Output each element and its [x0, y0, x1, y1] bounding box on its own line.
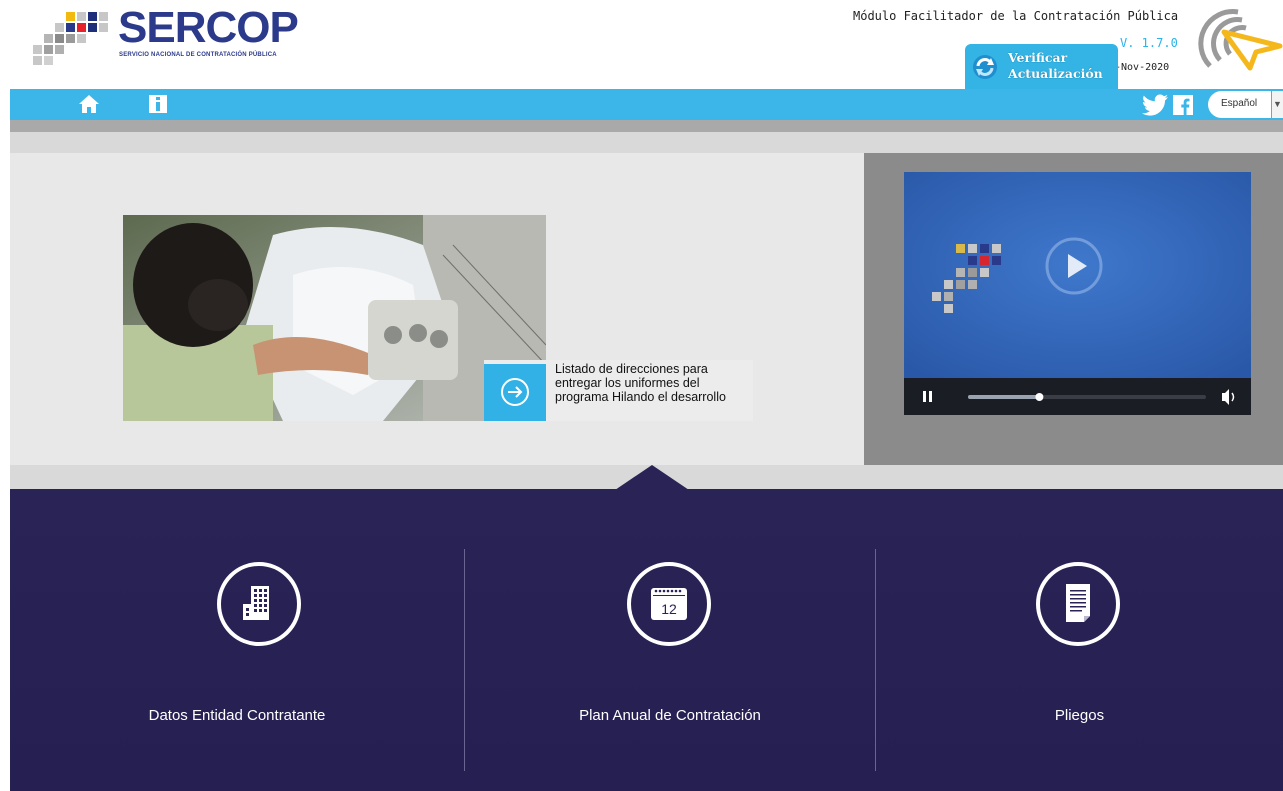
- info-icon[interactable]: [147, 93, 169, 115]
- video-controls: [904, 378, 1251, 415]
- check-update-button[interactable]: Verificar Actualización: [965, 44, 1118, 90]
- volume-icon: [1222, 389, 1229, 405]
- tile-label: Datos Entidad Contratante: [148, 707, 326, 724]
- video-progress-knob: [1035, 393, 1044, 401]
- twitter-icon[interactable]: [1141, 94, 1169, 116]
- video-player[interactable]: [904, 172, 1251, 415]
- language-select[interactable]: Español ▼: [1208, 91, 1283, 118]
- header: SERCOP SERVICIO NACIONAL DE CONTRATACIÓN…: [0, 0, 1283, 90]
- content-top-strip: [10, 132, 1283, 153]
- video-panel: [864, 153, 1283, 465]
- video-control-bar: [923, 389, 1235, 405]
- logo-pixel-mark: [30, 8, 120, 70]
- app-title: Módulo Facilitador de la Contratación Pú…: [853, 9, 1179, 23]
- cursor-logo-icon: [1198, 9, 1283, 71]
- quick-access-section: Datos Entidad Contratante 12 Plan Anual …: [10, 489, 1283, 791]
- video-progress-fill: [968, 395, 1040, 399]
- news-banner: Listado de direcciones para entregar los…: [10, 153, 864, 465]
- calendar-day: 12: [661, 601, 677, 617]
- app-version: V. 1.7.0: [1120, 36, 1178, 50]
- pause-icon: [923, 391, 926, 402]
- home-icon[interactable]: [78, 93, 100, 115]
- building-icon: [217, 562, 301, 646]
- check-update-label-line1: Verificar: [1008, 50, 1068, 65]
- sercop-logo[interactable]: SERCOP SERVICIO NACIONAL DE CONTRATACIÓN…: [30, 3, 340, 74]
- news-caption[interactable]: Listado de direcciones para entregar los…: [555, 362, 755, 404]
- logo-word: SERCOP: [118, 3, 299, 52]
- nav-shadow-strip: [10, 120, 1283, 132]
- calendar-icon: 12: [627, 562, 711, 646]
- tile-label: Pliegos: [1054, 707, 1105, 724]
- logo-subtitle: SERVICIO NACIONAL DE CONTRATACIÓN PÚBLIC…: [119, 52, 277, 58]
- tile-datos-entidad[interactable]: Datos Entidad Contratante: [10, 489, 464, 791]
- sewing-photo-image: [123, 215, 546, 421]
- app-date: -Nov-2020: [1115, 62, 1170, 73]
- news-photo[interactable]: [123, 215, 546, 421]
- tile-plan-anual[interactable]: 12 Plan Anual de Contratación: [465, 489, 875, 791]
- video-thumbnail: [904, 172, 1251, 378]
- document-icon: [1036, 562, 1120, 646]
- facebook-icon[interactable]: [1173, 95, 1193, 115]
- check-update-label-line2: Actualización: [1008, 66, 1103, 81]
- chevron-down-icon[interactable]: ▼: [1271, 91, 1283, 118]
- tile-pliegos[interactable]: Pliegos: [876, 489, 1283, 791]
- section-pointer: [615, 465, 689, 490]
- refresh-icon: [973, 55, 997, 79]
- check-update-label: Verificar Actualización: [1008, 50, 1103, 82]
- tile-label: Plan Anual de Contratación: [579, 707, 761, 724]
- language-value: Español: [1221, 98, 1258, 109]
- arrow-right-circle-icon: [501, 378, 529, 406]
- navbar: Español ▼: [10, 89, 1283, 120]
- news-more-button[interactable]: [484, 364, 546, 421]
